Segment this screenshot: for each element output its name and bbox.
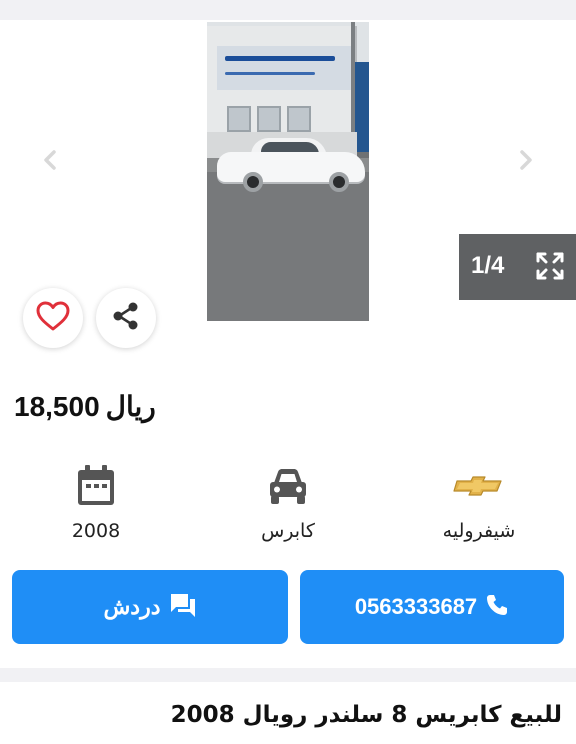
top-spacer	[0, 0, 576, 20]
image-counter-text: 1/4	[471, 252, 505, 279]
spec-year: 2008	[21, 462, 171, 542]
favorite-button[interactable]	[23, 288, 83, 348]
car-photo[interactable]	[207, 22, 369, 321]
price-currency: ريال	[105, 391, 156, 422]
phone-icon	[477, 593, 509, 622]
call-button-label: 0563333687	[354, 594, 478, 619]
spec-make: شيفروليه	[404, 462, 554, 542]
chevron-left-icon[interactable]	[38, 148, 62, 172]
chevron-right-icon[interactable]	[514, 148, 538, 172]
share-icon	[111, 301, 141, 335]
image-counter[interactable]: 1/4	[459, 234, 576, 300]
spec-model-label: كابرس	[261, 520, 315, 542]
chat-button[interactable]: دردش	[12, 570, 288, 644]
spec-model: كابرس	[213, 462, 363, 542]
chat-button-label: دردش	[103, 594, 161, 619]
section-divider	[0, 668, 576, 682]
photo-gallery[interactable]	[0, 20, 576, 350]
calendar-icon	[75, 464, 117, 512]
chat-icon	[161, 592, 197, 623]
expand-icon[interactable]	[535, 251, 565, 281]
car-specs: 2008 كابرس شيفروليه	[0, 462, 576, 558]
spec-year-label: 2008	[71, 520, 121, 542]
call-button[interactable]: 0563333687	[300, 570, 564, 644]
chevrolet-logo	[453, 475, 505, 501]
car-icon	[266, 466, 310, 510]
listing-price: 18,500 ريال	[14, 390, 156, 423]
price-amount: 18,500	[14, 391, 100, 422]
spec-make-label: شيفروليه	[442, 520, 516, 542]
heart-icon	[35, 300, 71, 336]
listing-title: للبيع كابريس 8 سلندر رويال 2008	[170, 702, 562, 728]
share-button[interactable]	[96, 288, 156, 348]
